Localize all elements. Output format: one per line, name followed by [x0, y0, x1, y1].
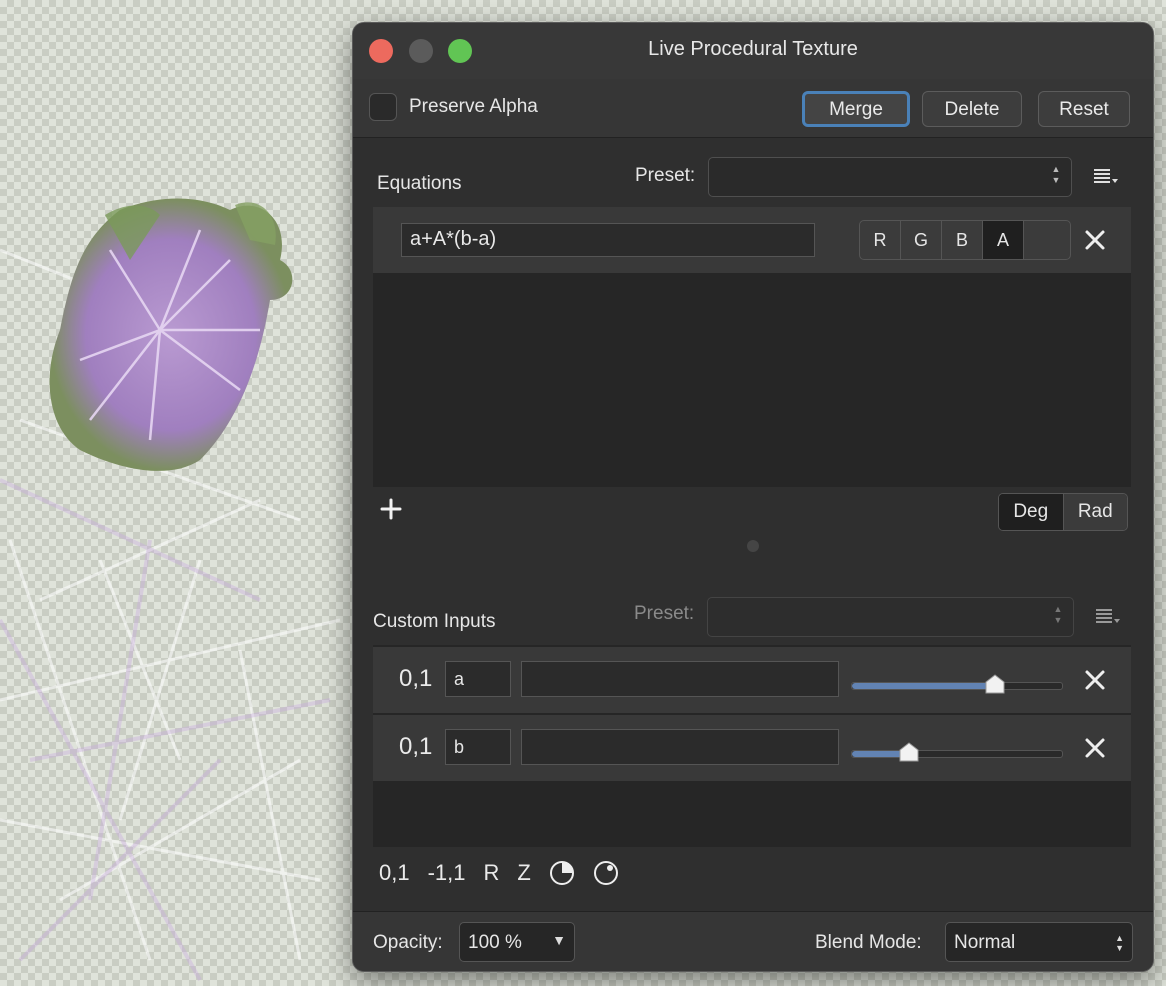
reset-button[interactable]: Reset: [1038, 91, 1130, 127]
title-bar[interactable]: Live Procedural Texture: [353, 23, 1153, 79]
remove-input-icon[interactable]: [1083, 668, 1107, 692]
add-point-icon[interactable]: [593, 860, 619, 886]
input-expression-field[interactable]: [521, 661, 839, 697]
dropdown-arrow-icon: ▼: [552, 932, 566, 948]
preserve-alpha-checkbox[interactable]: [369, 93, 397, 121]
custom-input-row: 0,1 a: [373, 647, 1131, 714]
footer-bar: Opacity: 100 % ▼ Blend Mode: Normal ▲ ▼: [353, 911, 1153, 971]
window-title: Live Procedural Texture: [648, 38, 858, 60]
add-input-toolbar: 0,1 -1,1 R Z: [379, 857, 619, 889]
input-name-field[interactable]: b: [445, 729, 511, 765]
remove-equation-icon[interactable]: [1083, 228, 1107, 252]
equations-label: Equations: [377, 173, 462, 194]
merge-button[interactable]: Merge: [802, 91, 910, 127]
custom-inputs-menu-icon[interactable]: [1095, 607, 1121, 627]
equation-row[interactable]: a+A*(b-a) R G B A: [373, 207, 1131, 274]
opacity-value: 100 %: [468, 932, 522, 953]
input-range-label[interactable]: 0,1: [399, 733, 432, 761]
channel-g-button[interactable]: G: [901, 221, 942, 259]
custom-inputs-preset-label: Preset:: [634, 603, 695, 624]
add-real-button[interactable]: R: [484, 860, 500, 886]
custom-inputs-label: Custom Inputs: [373, 611, 496, 632]
input-value-slider[interactable]: [851, 742, 1063, 762]
delete-button[interactable]: Delete: [922, 91, 1022, 127]
add-range-0-1-button[interactable]: 0,1: [379, 860, 410, 886]
add-angle-icon[interactable]: [549, 860, 575, 886]
channel-a-button[interactable]: A: [983, 221, 1024, 259]
channel-b-button[interactable]: B: [942, 221, 983, 259]
add-integer-button[interactable]: Z: [517, 860, 530, 886]
input-expression-field[interactable]: [521, 729, 839, 765]
splitter-handle[interactable]: [747, 540, 759, 552]
deg-button[interactable]: Deg: [999, 494, 1064, 530]
live-procedural-texture-panel: Live Procedural Texture Preserve Alpha M…: [352, 22, 1154, 972]
preserve-alpha-label: Preserve Alpha: [409, 96, 538, 117]
stepper-icon: ▲ ▼: [1051, 164, 1061, 185]
equation-input[interactable]: a+A*(b-a): [401, 223, 815, 257]
equations-menu-icon[interactable]: [1093, 167, 1119, 187]
rad-button[interactable]: Rad: [1063, 494, 1127, 530]
remove-input-icon[interactable]: [1083, 736, 1107, 760]
slider-fill: [852, 683, 995, 689]
custom-input-row: 0,1 b: [373, 715, 1131, 782]
stepper-icon: ▲ ▼: [1115, 933, 1124, 953]
input-range-label[interactable]: 0,1: [399, 665, 432, 693]
blend-mode-popup[interactable]: Normal ▲ ▼: [945, 922, 1133, 962]
angle-unit-toggle: Deg Rad: [998, 493, 1128, 531]
opacity-popup[interactable]: 100 % ▼: [459, 922, 575, 962]
input-value-slider[interactable]: [851, 674, 1063, 694]
blend-mode-label: Blend Mode:: [815, 932, 922, 953]
slider-thumb[interactable]: [899, 742, 919, 762]
blend-mode-value: Normal: [954, 932, 1016, 953]
stepper-icon: ▲ ▼: [1053, 604, 1063, 625]
add-equation-icon[interactable]: [379, 497, 403, 521]
channel-r-button[interactable]: R: [860, 221, 901, 259]
add-range-neg1-1-button[interactable]: -1,1: [428, 860, 466, 886]
equations-preset-select[interactable]: ▲ ▼: [708, 157, 1072, 197]
equations-preset-label: Preset:: [635, 165, 696, 186]
channel-selector: R G B A: [859, 220, 1071, 260]
input-name-field[interactable]: a: [445, 661, 511, 697]
opacity-label: Opacity:: [373, 932, 443, 953]
toolbar: Preserve Alpha Merge Delete Reset: [353, 79, 1153, 138]
custom-inputs-preset-select[interactable]: ▲ ▼: [707, 597, 1074, 637]
slider-thumb[interactable]: [985, 674, 1005, 694]
channel-extra-button[interactable]: [1024, 221, 1070, 259]
canvas-artwork: [0, 198, 341, 981]
